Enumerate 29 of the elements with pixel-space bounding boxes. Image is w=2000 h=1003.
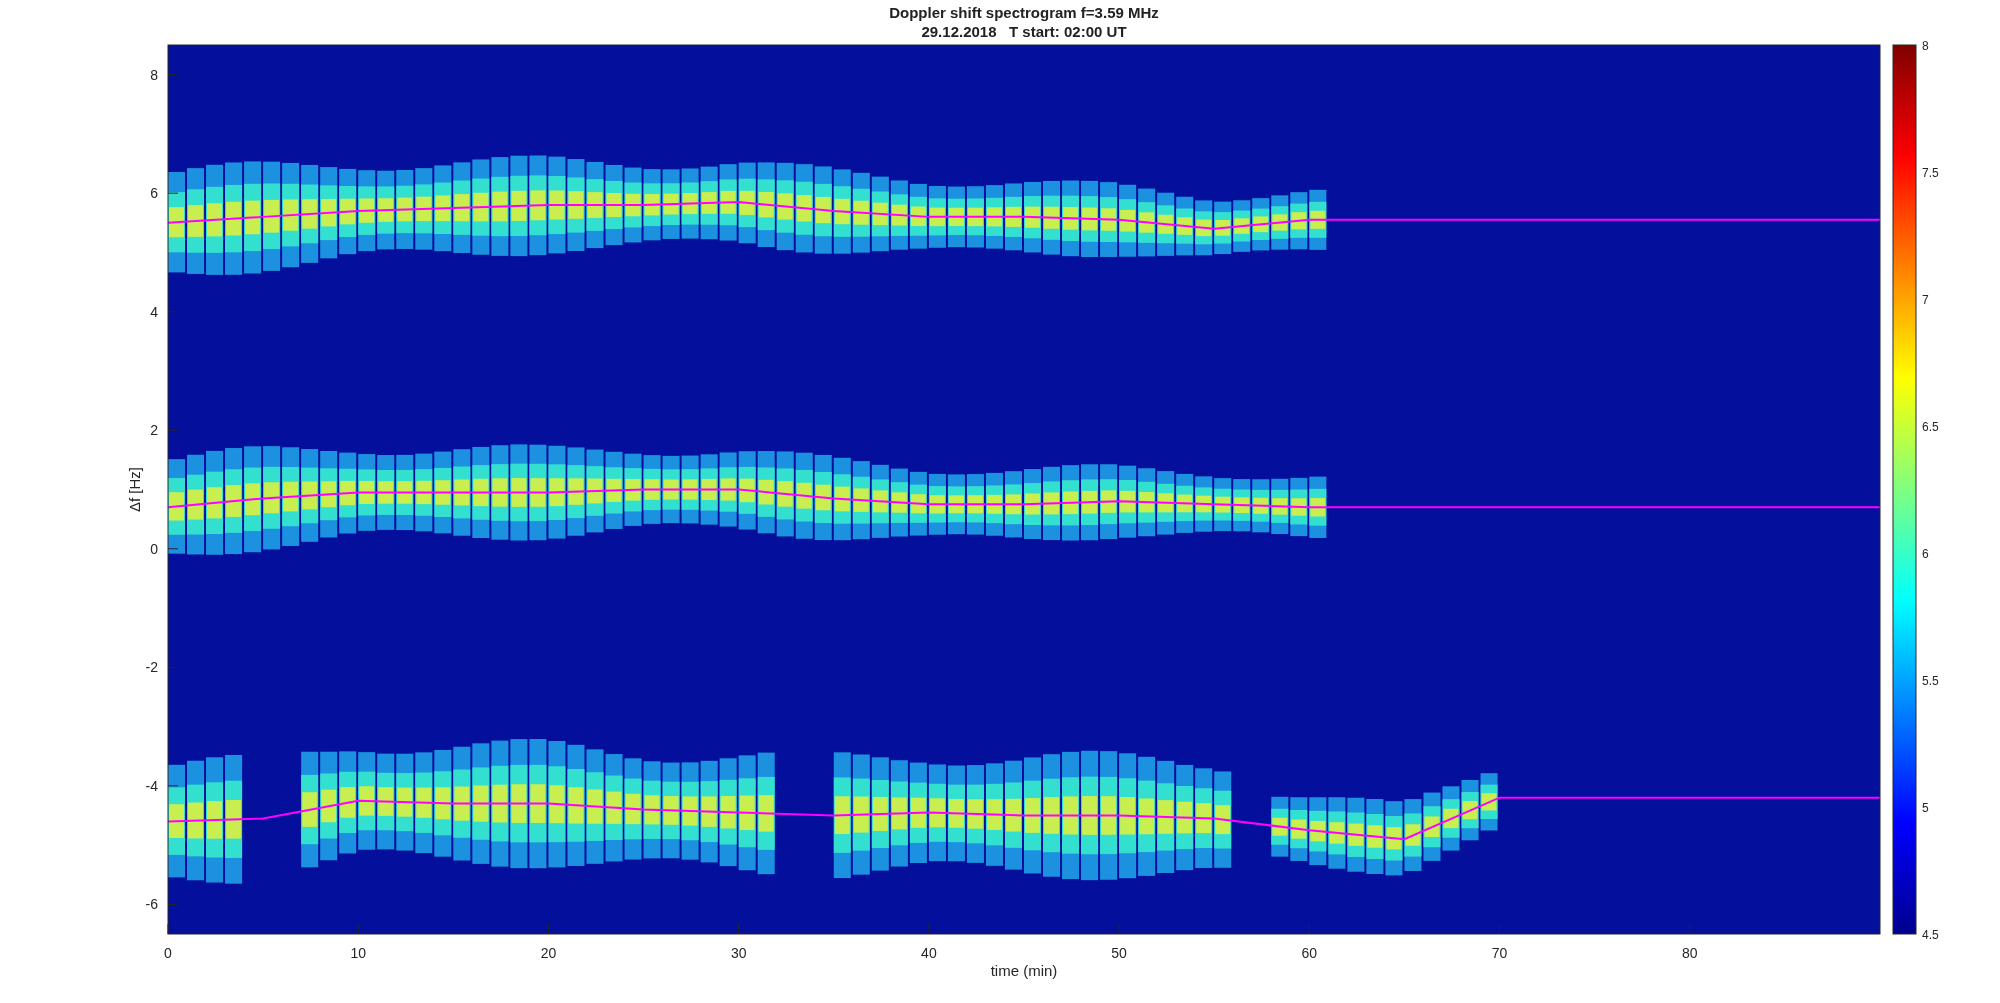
colorbar-tick-label: 5.5 (1922, 674, 1939, 688)
y-tick-label: -2 (145, 659, 158, 676)
x-tick-label: 60 (1301, 945, 1318, 961)
x-axis-label: time (min) (990, 962, 1058, 979)
y-tick-label: 2 (150, 422, 158, 439)
x-tick-label: 40 (921, 945, 937, 961)
x-tick-label: 20 (540, 945, 557, 961)
y-tick-label: 6 (150, 185, 158, 202)
chart-subtitle: 29.12.2018 T start: 02:00 UT (921, 23, 1127, 40)
y-tick-label: 4 (150, 303, 158, 320)
chart-title: Doppler shift spectrogram f=3.59 MHz (889, 4, 1159, 21)
x-tick-label: 0 (164, 945, 172, 961)
colorbar-tick-label: 5 (1922, 801, 1929, 815)
x-tick-label: 70 (1491, 945, 1508, 961)
colorbar-tick-label: 7.5 (1922, 166, 1939, 180)
x-tick-label: 10 (350, 945, 366, 961)
colorbar-tick-label: 4.5 (1922, 928, 1939, 942)
y-tick-label: 8 (150, 66, 158, 83)
x-tick-label: 30 (730, 945, 747, 961)
colorbar-tick-label: 6 (1922, 547, 1929, 561)
x-tick-label: 80 (1682, 945, 1698, 961)
y-tick-label: -6 (145, 896, 158, 913)
colorbar-tick-label: 8 (1922, 39, 1929, 53)
colorbar-tick-label: 7 (1922, 293, 1929, 307)
colorbar-tick-label: 6.5 (1922, 420, 1939, 434)
y-axis-label: Δf [Hz] (126, 467, 143, 512)
x-tick-label: 50 (1111, 945, 1127, 961)
y-tick-label: -4 (145, 777, 158, 794)
y-tick-label: 0 (150, 540, 158, 557)
